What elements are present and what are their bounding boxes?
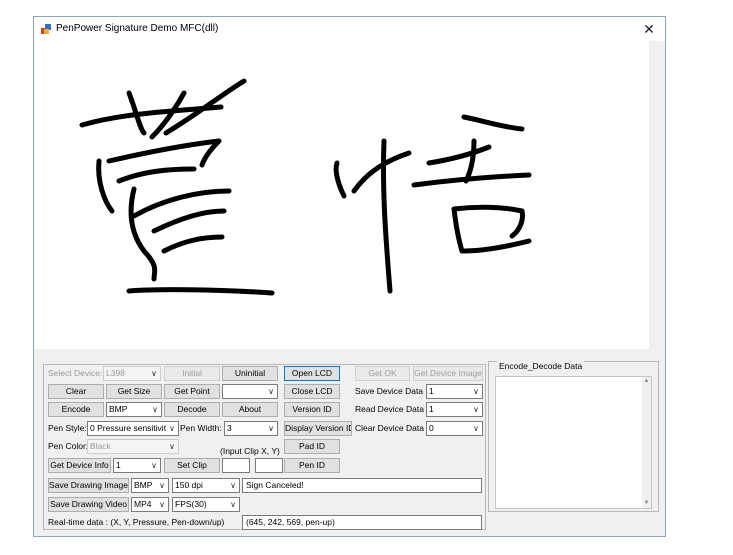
status-message: Sign Canceled! (242, 478, 482, 493)
video-format-combo[interactable]: MP4 ∨ (131, 497, 169, 512)
encode-decode-textarea[interactable]: ▲ ▼ (495, 376, 652, 509)
read-device-data-combo[interactable]: 1 ∨ (426, 402, 483, 417)
scroll-up-icon[interactable]: ▲ (642, 377, 651, 386)
clip-x-input[interactable] (222, 458, 250, 473)
pen-width-label: Pen Width: (180, 423, 222, 433)
signature-canvas[interactable] (34, 41, 649, 349)
window-title: PenPower Signature Demo MFC(dll) (56, 23, 219, 34)
version-id-button[interactable]: Version ID (284, 402, 340, 417)
signature-strokes (79, 78, 532, 296)
encode-decode-group: Encode_Decode Data ▲ ▼ (488, 361, 659, 512)
app-window: PenPower Signature Demo MFC(dll) ✕ Selec… (33, 16, 666, 537)
app-icon (41, 24, 51, 34)
read-device-data-label: Read Device Data (355, 404, 424, 414)
about-button[interactable]: About (222, 402, 278, 417)
chevron-down-icon: ∨ (151, 369, 157, 378)
realtime-value: (645, 242, 569, pen-up) (242, 515, 482, 530)
image-format-combo[interactable]: BMP ∨ (131, 478, 169, 493)
save-drawing-video-button[interactable]: Save Drawing Video (48, 497, 129, 512)
uninitial-button[interactable]: Uninitial (222, 366, 278, 381)
get-point-button[interactable]: Get Point (164, 384, 220, 399)
initial-button[interactable]: Initial (164, 366, 220, 381)
vertical-scrollbar[interactable]: ▲ ▼ (642, 377, 651, 508)
get-device-image-button[interactable]: Get Device Image (413, 366, 483, 381)
chevron-down-icon: ∨ (473, 424, 479, 433)
pen-color-label: Pen Color: (48, 441, 89, 451)
title-bar: PenPower Signature Demo MFC(dll) ✕ (34, 17, 665, 41)
decode-button[interactable]: Decode (164, 402, 220, 417)
display-version-id-button[interactable]: Display Version ID (284, 421, 352, 436)
chevron-down-icon: ∨ (169, 424, 175, 433)
chevron-down-icon: ∨ (230, 500, 236, 509)
set-clip-button[interactable]: Set Clip (164, 458, 220, 473)
encode-format-combo[interactable]: BMP ∨ (106, 402, 162, 417)
close-icon[interactable]: ✕ (639, 19, 659, 39)
chevron-down-icon: ∨ (169, 442, 175, 451)
clip-y-input[interactable] (255, 458, 283, 473)
chevron-down-icon: ∨ (473, 405, 479, 414)
chevron-down-icon: ∨ (159, 500, 165, 509)
clear-button[interactable]: Clear (48, 384, 104, 399)
pen-style-combo[interactable]: 0 Pressure sensitivit ∨ (87, 421, 179, 436)
realtime-label: Real-time data : (X, Y, Pressure, Pen-do… (48, 517, 225, 527)
pen-width-combo[interactable]: 3 ∨ (224, 421, 278, 436)
clear-device-data-combo[interactable]: 0 ∨ (426, 421, 483, 436)
close-lcd-button[interactable]: Close LCD (284, 384, 340, 399)
encode-button[interactable]: Encode (48, 402, 104, 417)
device-info-combo[interactable]: 1 ∨ (113, 458, 161, 473)
select-device-label: Select Device: (48, 368, 103, 378)
controls-panel: Select Device: L398 ∨ Initial Uninitial O… (43, 364, 486, 530)
chevron-down-icon: ∨ (268, 387, 274, 396)
pen-style-label: Pen Style: (48, 423, 87, 433)
pen-id-button[interactable]: Pen ID (284, 458, 340, 473)
save-drawing-image-button[interactable]: Save Drawing Image (48, 478, 129, 493)
get-size-button[interactable]: Get Size (106, 384, 162, 399)
select-device-combo[interactable]: L398 ∨ (103, 366, 161, 381)
get-device-info-button[interactable]: Get Device Info (48, 458, 111, 473)
get-point-combo[interactable]: ∨ (222, 384, 278, 399)
input-clip-label: (Input Clip X, Y) (220, 446, 280, 456)
pen-color-combo[interactable]: Black ∨ (87, 439, 179, 454)
chevron-down-icon: ∨ (151, 461, 157, 470)
chevron-down-icon: ∨ (230, 481, 236, 490)
get-ok-button[interactable]: Get OK (355, 366, 410, 381)
clear-device-data-label: Clear Device Data (355, 423, 424, 433)
encode-decode-title: Encode_Decode Data (497, 361, 585, 371)
chevron-down-icon: ∨ (159, 481, 165, 490)
save-device-data-label: Save Device Data (355, 386, 424, 396)
chevron-down-icon: ∨ (152, 405, 158, 414)
chevron-down-icon: ∨ (268, 424, 274, 433)
open-lcd-button[interactable]: Open LCD (284, 366, 340, 381)
save-device-data-combo[interactable]: 1 ∨ (426, 384, 483, 399)
pad-id-button[interactable]: Pad ID (284, 439, 340, 454)
image-dpi-combo[interactable]: 150 dpi ∨ (172, 478, 240, 493)
scroll-down-icon[interactable]: ▼ (642, 499, 651, 508)
video-fps-combo[interactable]: FPS(30) ∨ (172, 497, 240, 512)
chevron-down-icon: ∨ (473, 387, 479, 396)
